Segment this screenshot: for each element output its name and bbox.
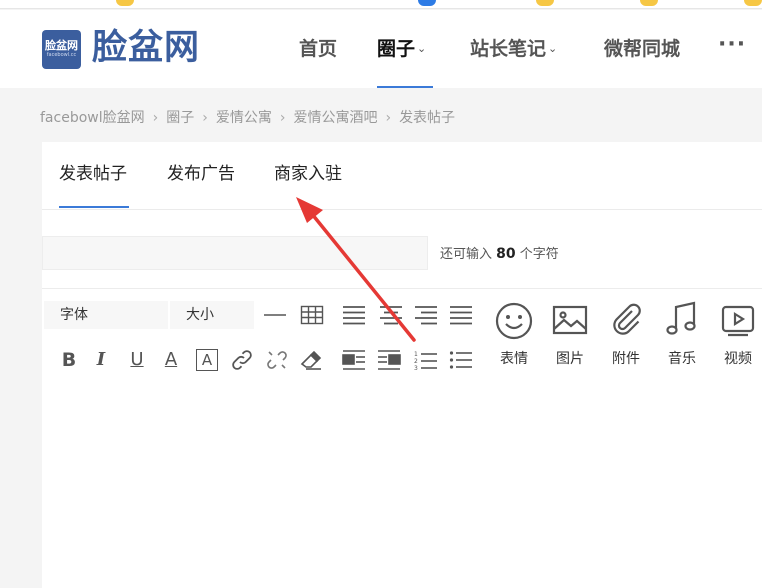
tab-publish-ad[interactable]: 发布广告: [167, 162, 235, 186]
background-color-icon[interactable]: A: [196, 349, 218, 371]
music-button[interactable]: 音乐: [656, 297, 708, 369]
breadcrumb-item[interactable]: facebowl脸盆网: [40, 110, 145, 126]
char-count-hint: 还可输入 80 个字符: [440, 244, 559, 265]
ordered-list-icon[interactable]: 123: [413, 347, 439, 373]
underline-icon[interactable]: U: [124, 347, 150, 373]
font-family-select[interactable]: 字体: [44, 301, 168, 329]
horizontal-rule-icon[interactable]: [262, 302, 288, 328]
chevron-down-icon: ⌄: [548, 42, 558, 55]
attachment-button[interactable]: 附件: [600, 297, 652, 369]
breadcrumb-separator: ›: [202, 110, 208, 126]
char-hint-prefix: 还可输入: [440, 247, 493, 262]
nav-item-label: 首页: [299, 38, 338, 60]
align-justify-icon[interactable]: [448, 302, 474, 328]
svg-text:1: 1: [414, 351, 418, 358]
breadcrumb: facebowl脸盆网 › 圈子 › 爱情公寓 › 爱情公寓酒吧 › 发表帖子: [40, 108, 455, 128]
svg-text:3: 3: [414, 365, 418, 372]
site-header: 脸盆网 facebowl.cc 脸盆网 首页 圈子 ⌄ 站长笔记 ⌄ 微帮同城 ··…: [0, 10, 762, 88]
float-right-icon[interactable]: [376, 347, 402, 373]
post-editor-panel: 发表帖子 发布广告 商家入驻 还可输入 80 个字符 字体 大小 B I U A…: [42, 142, 762, 588]
breadcrumb-item[interactable]: 爱情公寓: [216, 110, 272, 126]
nav-item-notes[interactable]: 站长笔记 ⌄: [470, 35, 557, 63]
nav-item-label: 圈子: [377, 38, 416, 60]
align-center-icon[interactable]: [378, 302, 404, 328]
logo-badge-domain: facebowl.cc: [46, 52, 77, 58]
video-label: 视频: [724, 351, 752, 367]
post-type-tabs: 发表帖子 发布广告 商家入驻: [42, 142, 762, 210]
table-icon[interactable]: [299, 302, 325, 328]
attachment-icon: [600, 297, 652, 341]
chevron-down-icon: ⌄: [417, 42, 427, 55]
svg-text:2: 2: [414, 358, 418, 365]
favicon-icon: [116, 0, 134, 6]
image-icon: [544, 297, 596, 341]
favicon-icon: [744, 0, 762, 6]
tab-merchant-join[interactable]: 商家入驻: [274, 162, 342, 186]
float-left-icon[interactable]: [341, 347, 367, 373]
music-icon: [656, 297, 708, 341]
font-size-select[interactable]: 大小: [170, 301, 254, 329]
emoji-icon: [488, 297, 540, 341]
favicon-icon: [418, 0, 436, 6]
logo-badge-text: 脸盆网: [45, 39, 78, 52]
logo-text[interactable]: 脸盆网: [92, 26, 200, 70]
video-icon: [712, 297, 762, 341]
favicon-icon: [536, 0, 554, 6]
bold-icon[interactable]: B: [56, 347, 82, 373]
nav-item-label: 微帮同城: [604, 38, 681, 60]
rich-text-editor[interactable]: 字体 大小 B I U A A 1 2 3 表情 图片 附件 音乐 视频: [42, 288, 762, 588]
video-button[interactable]: 视频: [712, 297, 762, 369]
eraser-icon[interactable]: [298, 347, 324, 373]
unordered-list-icon[interactable]: [448, 347, 474, 373]
nav-item-home[interactable]: 首页: [299, 35, 337, 63]
image-label: 图片: [556, 351, 584, 367]
nav-active-underline: [377, 86, 433, 88]
char-hint-suffix: 个字符: [519, 247, 559, 262]
italic-icon[interactable]: I: [88, 347, 114, 373]
link-icon[interactable]: [229, 347, 255, 373]
tab-active-underline: [59, 206, 129, 208]
nav-item-label: 站长笔记: [470, 38, 547, 60]
favicon-icon: [640, 0, 658, 6]
unlink-icon[interactable]: [264, 347, 290, 373]
nav-item-circle[interactable]: 圈子 ⌄: [377, 35, 426, 63]
nav-item-city[interactable]: 微帮同城: [604, 35, 680, 63]
emoji-button[interactable]: 表情: [488, 297, 540, 369]
image-button[interactable]: 图片: [544, 297, 596, 369]
breadcrumb-separator: ›: [385, 110, 392, 126]
char-hint-count: 80: [496, 246, 516, 262]
more-menu-icon[interactable]: ···: [718, 32, 746, 57]
logo-icon[interactable]: 脸盆网 facebowl.cc: [42, 30, 81, 69]
font-color-icon[interactable]: A: [158, 347, 184, 373]
music-label: 音乐: [668, 351, 696, 367]
attachment-label: 附件: [612, 351, 640, 367]
breadcrumb-current: 发表帖子: [399, 110, 456, 126]
breadcrumb-item[interactable]: 圈子: [166, 110, 194, 126]
tab-new-post[interactable]: 发表帖子: [59, 162, 127, 186]
post-title-input[interactable]: [42, 236, 428, 270]
breadcrumb-separator: ›: [152, 110, 159, 126]
align-left-icon[interactable]: [341, 302, 367, 328]
emoji-label: 表情: [500, 351, 528, 367]
breadcrumb-item[interactable]: 爱情公寓酒吧: [293, 110, 377, 126]
top-browser-strip: [0, 0, 762, 9]
align-right-icon[interactable]: [413, 302, 439, 328]
breadcrumb-separator: ›: [279, 110, 286, 126]
